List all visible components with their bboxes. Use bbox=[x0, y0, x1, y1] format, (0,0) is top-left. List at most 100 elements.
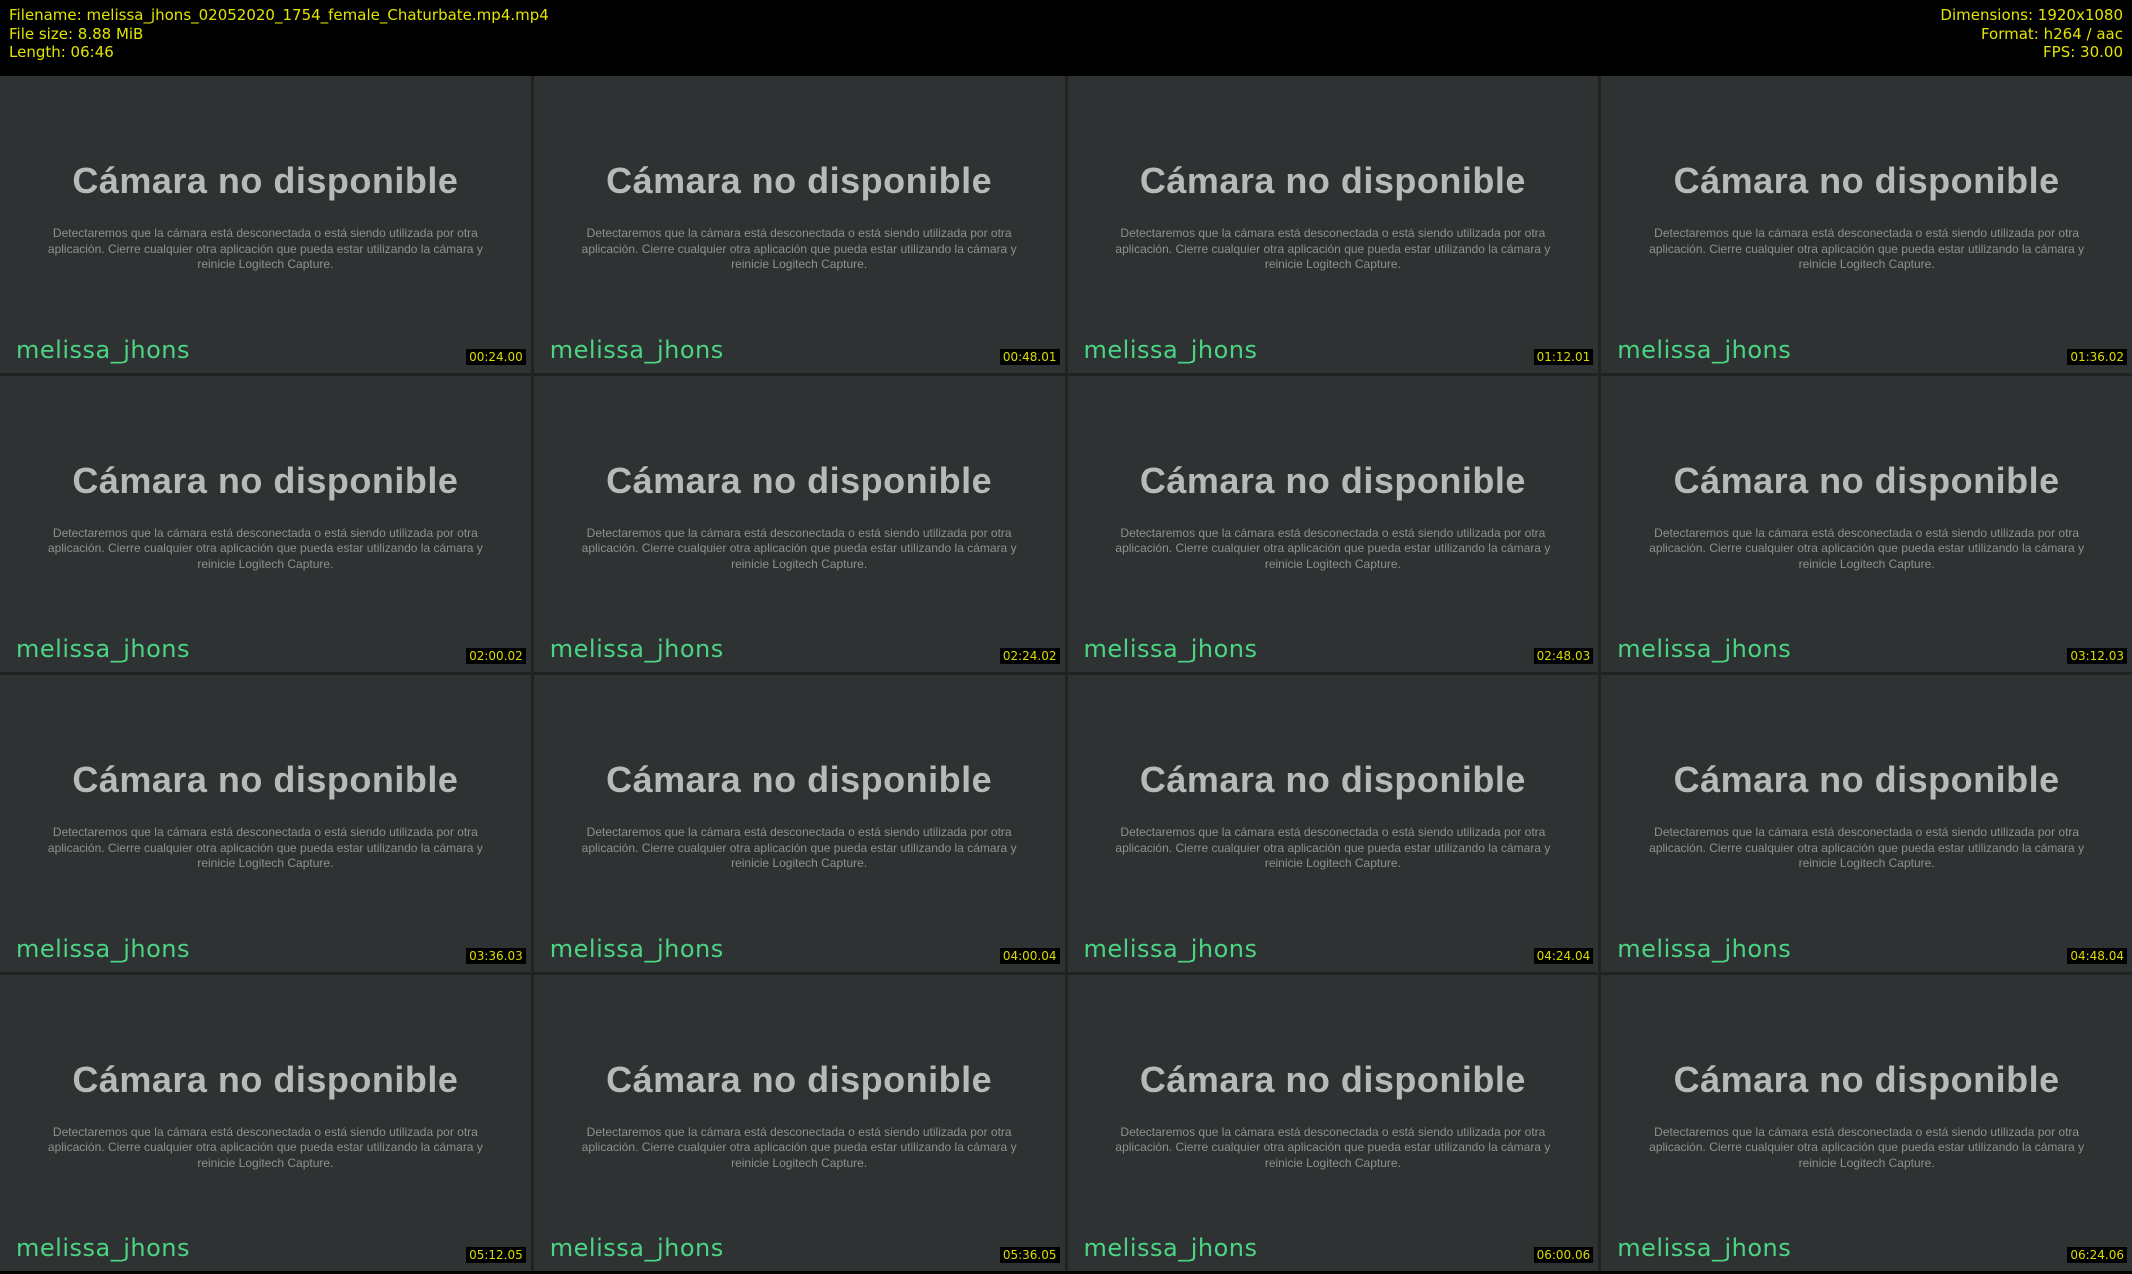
message-line: Detectaremos que la cámara está desconec… bbox=[1654, 226, 2080, 240]
frame-timestamp: 02:24.02 bbox=[999, 648, 1060, 664]
username-watermark: melissa_jhons bbox=[549, 1234, 724, 1262]
message-line: Detectaremos que la cámara está desconec… bbox=[1120, 1124, 1546, 1139]
message-line: Detectaremos que la cámara está desconec… bbox=[586, 525, 1012, 540]
camera-unavailable-title: Cámara no disponible bbox=[1139, 759, 1526, 800]
message-line: reinicie Logitech Capture. bbox=[1264, 257, 1401, 271]
fps-text: FPS: 30.00 bbox=[2043, 43, 2123, 61]
frame-grid: Cámara no disponible Detectaremos que la… bbox=[0, 76, 2132, 1271]
camera-unavailable-message: Detectaremos que la cámara está desconec… bbox=[1068, 1125, 1599, 1172]
camera-unavailable-title: Cámara no disponible bbox=[606, 759, 993, 800]
frame-timestamp: 02:00.02 bbox=[466, 648, 526, 664]
username-watermark: melissa_jhons bbox=[549, 335, 724, 364]
username-watermark: melissa_jhons bbox=[16, 934, 190, 963]
camera-unavailable-message: Detectaremos que la cámara está desconec… bbox=[0, 1125, 531, 1172]
message-line: reinicie Logitech Capture. bbox=[1264, 856, 1401, 870]
frame-timestamp: 02:48.03 bbox=[1533, 648, 1594, 664]
username-watermark: melissa_jhons bbox=[1083, 934, 1258, 963]
camera-unavailable-title: Cámara no disponible bbox=[72, 160, 459, 201]
frame-timestamp: 04:24.04 bbox=[1533, 947, 1594, 964]
username-watermark: melissa_jhons bbox=[549, 635, 724, 663]
camera-unavailable-title: Cámara no disponible bbox=[1673, 759, 2060, 800]
camera-unavailable-title: Cámara no disponible bbox=[1139, 1058, 1526, 1100]
camera-unavailable-title: Cámara no disponible bbox=[1139, 160, 1526, 201]
frame-timestamp: 01:36.02 bbox=[2067, 348, 2127, 365]
message-line: aplicación. Cierre cualquier otra aplica… bbox=[581, 241, 1017, 256]
video-frame-tile: Cámara no disponible Detectaremos que la… bbox=[0, 675, 531, 972]
frame-timestamp: 04:48.04 bbox=[2067, 947, 2127, 964]
video-frame-tile: Cámara no disponible Detectaremos que la… bbox=[0, 974, 531, 1271]
message-line: aplicación. Cierre cualquier otra aplica… bbox=[47, 241, 483, 256]
message-line: aplicación. Cierre cualquier otra aplica… bbox=[47, 1140, 483, 1154]
message-line: aplicación. Cierre cualquier otra aplica… bbox=[1115, 541, 1551, 555]
message-line: aplicación. Cierre cualquier otra aplica… bbox=[1115, 1140, 1551, 1154]
message-line: aplicación. Cierre cualquier otra aplica… bbox=[47, 541, 483, 555]
username-watermark: melissa_jhons bbox=[1617, 934, 1792, 963]
camera-unavailable-message: Detectaremos que la cámara está desconec… bbox=[1601, 825, 2132, 872]
format-text: Format: h264 / aac bbox=[1980, 24, 2123, 43]
camera-unavailable-message: Detectaremos que la cámara está desconec… bbox=[1601, 526, 2132, 573]
username-watermark: melissa_jhons bbox=[1617, 335, 1792, 364]
video-frame-tile: Cámara no disponible Detectaremos que la… bbox=[1067, 76, 1599, 373]
frame-timestamp: 05:36.05 bbox=[999, 1247, 1060, 1263]
video-frame-tile: Cámara no disponible Detectaremos que la… bbox=[1601, 974, 2132, 1271]
filename-text: Filename: melissa_jhons_02052020_1754_fe… bbox=[9, 6, 549, 24]
camera-unavailable-message: Detectaremos que la cámara está desconec… bbox=[1068, 526, 1599, 573]
message-line: reinicie Logitech Capture. bbox=[1264, 1155, 1401, 1170]
message-line: reinicie Logitech Capture. bbox=[731, 856, 868, 870]
camera-unavailable-title: Cámara no disponible bbox=[1673, 160, 2060, 201]
message-line: aplicación. Cierre cualquier otra aplica… bbox=[581, 541, 1017, 555]
message-line: reinicie Logitech Capture. bbox=[197, 856, 334, 870]
message-line: reinicie Logitech Capture. bbox=[1798, 556, 1935, 571]
message-line: reinicie Logitech Capture. bbox=[731, 257, 868, 271]
camera-unavailable-message: Detectaremos que la cámara está desconec… bbox=[534, 1125, 1065, 1172]
camera-unavailable-title: Cámara no disponible bbox=[72, 759, 459, 800]
contact-sheet: Filename: melissa_jhons_02052020_1754_fe… bbox=[0, 0, 2132, 1274]
video-frame-tile: Cámara no disponible Detectaremos que la… bbox=[1067, 974, 1599, 1271]
video-frame-tile: Cámara no disponible Detectaremos que la… bbox=[533, 375, 1065, 672]
camera-unavailable-message: Detectaremos que la cámara está desconec… bbox=[0, 825, 531, 872]
message-line: reinicie Logitech Capture. bbox=[731, 556, 868, 571]
message-line: reinicie Logitech Capture. bbox=[731, 1155, 868, 1170]
message-line: Detectaremos que la cámara está desconec… bbox=[1120, 525, 1546, 540]
camera-unavailable-title: Cámara no disponible bbox=[1139, 459, 1526, 501]
username-watermark: melissa_jhons bbox=[1617, 635, 1792, 663]
frame-timestamp: 06:24.06 bbox=[2067, 1247, 2127, 1263]
username-watermark: melissa_jhons bbox=[16, 1234, 190, 1262]
frame-timestamp: 06:00.06 bbox=[1533, 1247, 1594, 1263]
message-line: aplicación. Cierre cualquier otra aplica… bbox=[581, 840, 1017, 855]
video-frame-tile: Cámara no disponible Detectaremos que la… bbox=[533, 76, 1065, 373]
camera-unavailable-title: Cámara no disponible bbox=[72, 1058, 459, 1100]
frame-timestamp: 05:12.05 bbox=[466, 1247, 526, 1263]
camera-unavailable-message: Detectaremos que la cámara está desconec… bbox=[534, 526, 1065, 573]
message-line: Detectaremos que la cámara está desconec… bbox=[586, 226, 1012, 240]
username-watermark: melissa_jhons bbox=[1083, 635, 1258, 663]
username-watermark: melissa_jhons bbox=[16, 335, 190, 364]
message-line: reinicie Logitech Capture. bbox=[197, 257, 334, 271]
dimensions-text: Dimensions: 1920x1080 bbox=[1940, 6, 2123, 24]
username-watermark: melissa_jhons bbox=[549, 934, 724, 963]
file-size-text: File size: 8.88 MiB bbox=[9, 24, 144, 43]
message-line: reinicie Logitech Capture. bbox=[1264, 556, 1401, 571]
video-frame-tile: Cámara no disponible Detectaremos que la… bbox=[1601, 375, 2132, 672]
video-frame-tile: Cámara no disponible Detectaremos que la… bbox=[533, 675, 1065, 972]
video-frame-tile: Cámara no disponible Detectaremos que la… bbox=[1601, 675, 2132, 972]
video-frame-tile: Cámara no disponible Detectaremos que la… bbox=[533, 974, 1065, 1271]
message-line: Detectaremos que la cámara está desconec… bbox=[52, 226, 478, 240]
video-frame-tile: Cámara no disponible Detectaremos que la… bbox=[1067, 375, 1599, 672]
frame-timestamp: 00:48.01 bbox=[999, 348, 1060, 365]
camera-unavailable-title: Cámara no disponible bbox=[606, 1058, 993, 1100]
camera-unavailable-message: Detectaremos que la cámara está desconec… bbox=[1068, 226, 1599, 273]
message-line: aplicación. Cierre cualquier otra aplica… bbox=[581, 1140, 1017, 1154]
message-line: aplicación. Cierre cualquier otra aplica… bbox=[47, 840, 483, 855]
message-line: aplicación. Cierre cualquier otra aplica… bbox=[1649, 241, 2085, 256]
message-line: Detectaremos que la cámara está desconec… bbox=[52, 525, 478, 540]
video-frame-tile: Cámara no disponible Detectaremos que la… bbox=[0, 76, 531, 373]
camera-unavailable-message: Detectaremos que la cámara está desconec… bbox=[0, 526, 531, 573]
message-line: reinicie Logitech Capture. bbox=[1798, 856, 1935, 870]
message-line: aplicación. Cierre cualquier otra aplica… bbox=[1649, 541, 2085, 555]
message-line: Detectaremos que la cámara está desconec… bbox=[1654, 525, 2080, 540]
message-line: Detectaremos que la cámara está desconec… bbox=[586, 1124, 1012, 1139]
frame-timestamp: 01:12.01 bbox=[1533, 348, 1594, 365]
username-watermark: melissa_jhons bbox=[16, 635, 190, 663]
camera-unavailable-message: Detectaremos que la cámara está desconec… bbox=[1601, 226, 2132, 273]
